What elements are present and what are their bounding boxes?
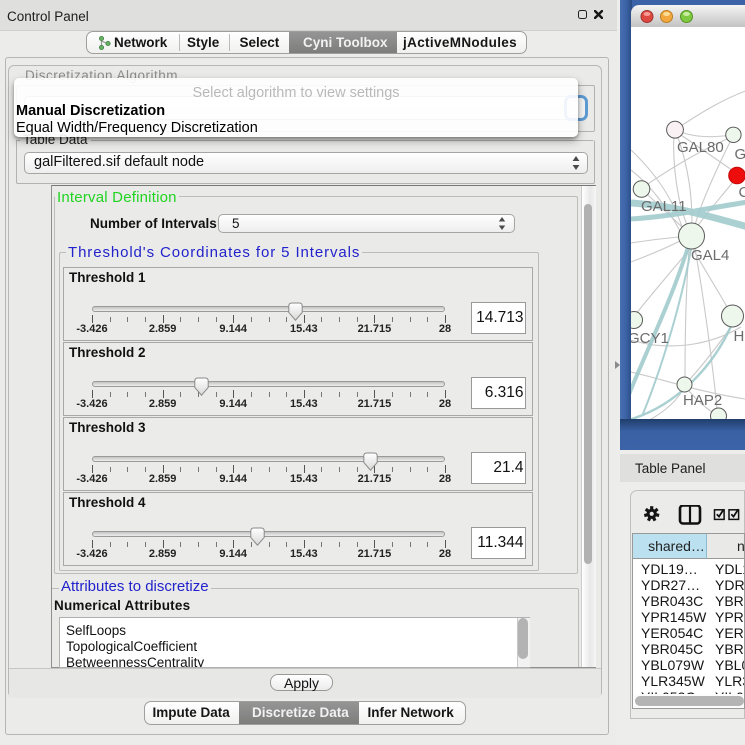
svg-text:GCY1: GCY1 xyxy=(631,330,669,347)
svg-text:C: C xyxy=(739,184,745,201)
svg-text:GAL11: GAL11 xyxy=(641,198,687,215)
svg-text:GAL80: GAL80 xyxy=(677,139,724,156)
svg-text:G: G xyxy=(735,146,745,163)
svg-text:H: H xyxy=(734,328,745,345)
svg-text:GAL4: GAL4 xyxy=(691,247,729,264)
svg-text:HAP2: HAP2 xyxy=(683,392,722,409)
